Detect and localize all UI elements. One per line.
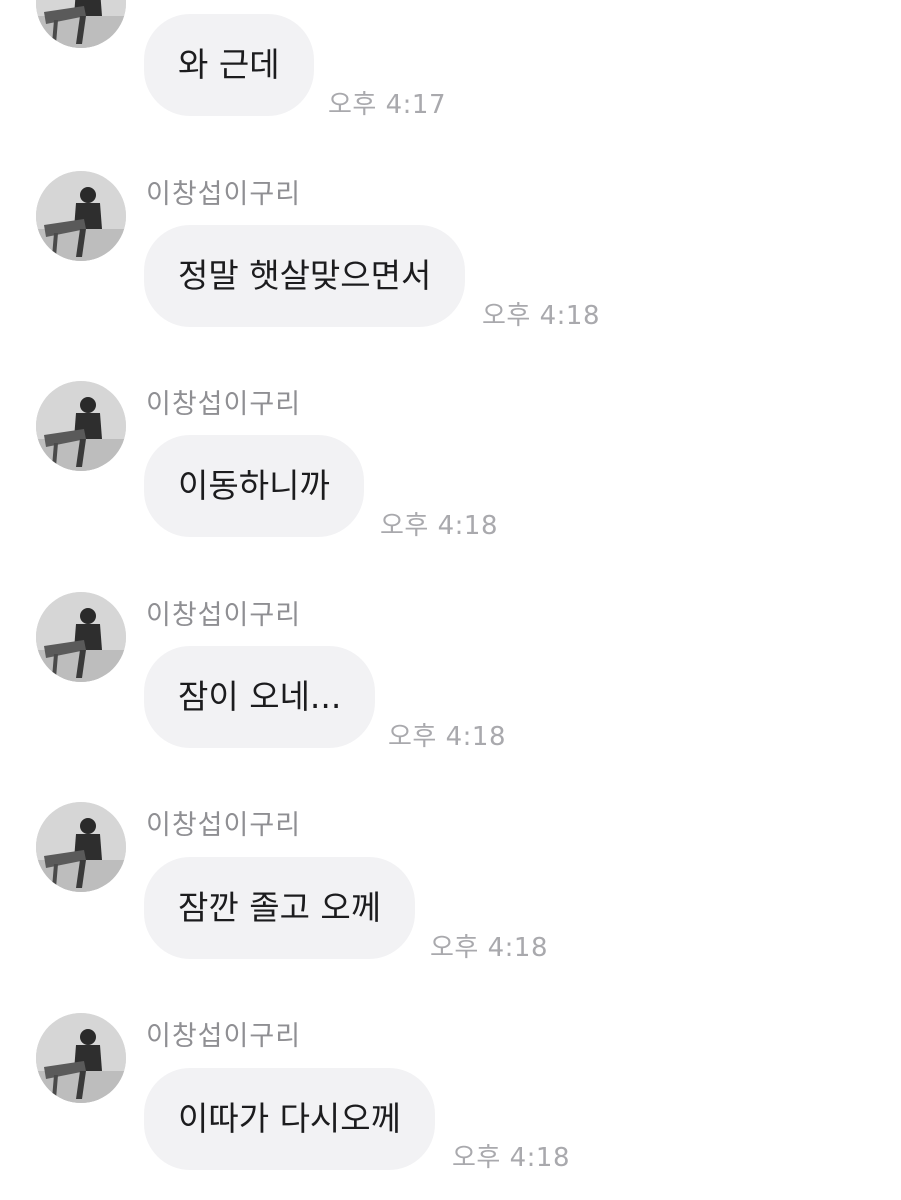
profile-photo-icon [36, 592, 126, 682]
avatar[interactable] [36, 592, 126, 682]
avatar[interactable] [36, 381, 126, 471]
message-time: 오후 4:18 [380, 511, 498, 541]
profile-photo-icon [36, 0, 126, 48]
profile-photo-icon [36, 1013, 126, 1103]
sender-name: 이창섭이구리 [146, 1021, 302, 1052]
message-bubble[interactable]: 잠이 오네... [144, 646, 376, 748]
chat-thread: 와 근데 오후 4:17 이창섭이구리 정말 햇살맞으면서 오후 4:18 이창… [0, 0, 901, 1200]
message-bubble[interactable]: 잠깐 졸고 오께 [144, 857, 416, 959]
message-time: 오후 4:17 [328, 90, 446, 120]
avatar[interactable] [36, 1013, 126, 1103]
profile-photo-icon [36, 171, 126, 261]
profile-photo-icon [36, 381, 126, 471]
sender-name: 이창섭이구리 [146, 810, 302, 841]
sender-name: 이창섭이구리 [146, 179, 302, 210]
message-bubble[interactable]: 정말 햇살맞으면서 [144, 225, 466, 327]
message-bubble[interactable]: 와 근데 [144, 14, 314, 116]
sender-name: 이창섭이구리 [146, 600, 302, 631]
message-time: 오후 4:18 [430, 933, 548, 963]
avatar[interactable] [36, 171, 126, 261]
profile-photo-icon [36, 802, 126, 892]
message-bubble[interactable]: 이동하니까 [144, 435, 364, 537]
message-time: 오후 4:18 [388, 722, 506, 752]
avatar[interactable] [36, 802, 126, 892]
message-bubble[interactable]: 이따가 다시오께 [144, 1068, 436, 1170]
sender-name: 이창섭이구리 [146, 389, 302, 420]
message-time: 오후 4:18 [452, 1143, 570, 1173]
message-time: 오후 4:18 [482, 301, 600, 331]
avatar[interactable] [36, 0, 126, 48]
